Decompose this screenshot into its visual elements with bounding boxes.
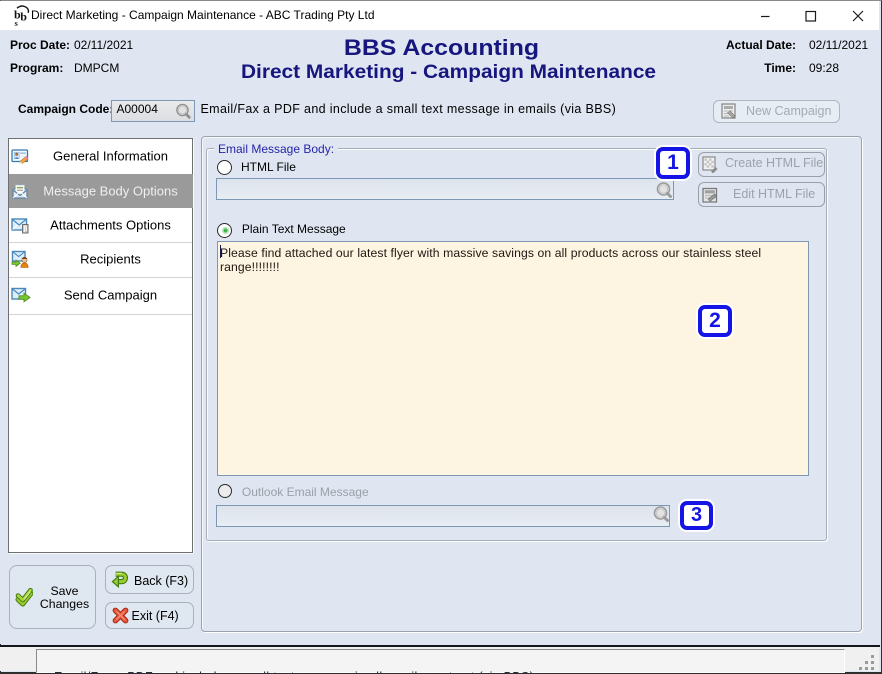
svg-text:b: b bbox=[20, 10, 27, 24]
